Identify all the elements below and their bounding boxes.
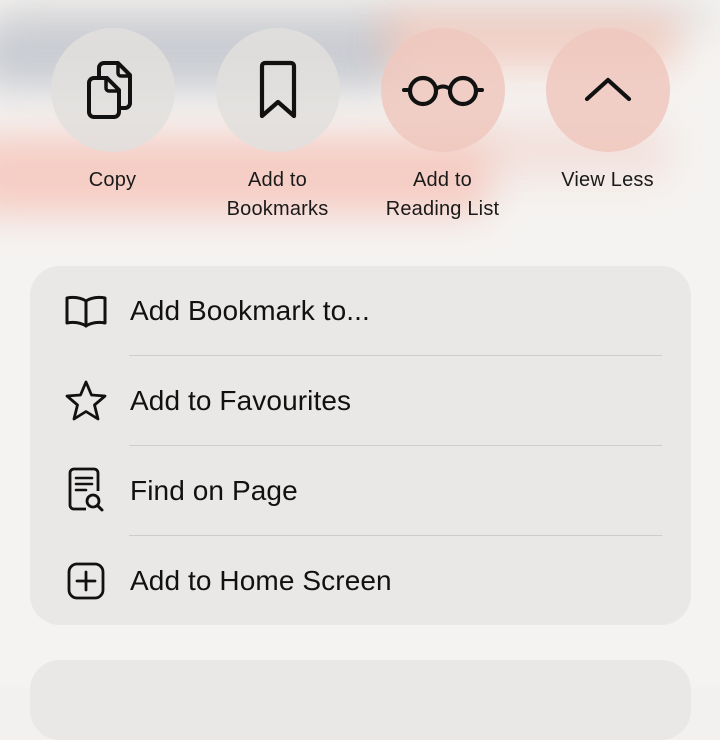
- next-menu-section: [30, 660, 691, 740]
- view-less-button[interactable]: View Less: [525, 28, 690, 195]
- view-less-circle[interactable]: [545, 28, 670, 152]
- menu-item-add-to-home-screen[interactable]: Add to Home Screen: [30, 536, 691, 625]
- view-less-label: View Less: [561, 169, 654, 191]
- bookmark-icon: [259, 60, 296, 119]
- menu-item-label: Add to Home Screen: [130, 565, 392, 596]
- find-document-icon: [62, 467, 110, 515]
- menu-item-add-to-favourites[interactable]: Add to Favourites: [30, 356, 691, 446]
- menu-item-add-bookmark-to[interactable]: Add Bookmark to...: [30, 266, 691, 356]
- copy-icon: [86, 61, 132, 119]
- add-to-bookmarks-label: Add to Bookmarks: [226, 169, 329, 220]
- add-to-reading-list-button[interactable]: Add to Reading List: [360, 28, 525, 224]
- menu-item-find-on-page[interactable]: Find on Page: [30, 446, 691, 536]
- menu-item-label: Find on Page: [130, 475, 298, 506]
- book-icon: [62, 287, 110, 335]
- copy-button-circle[interactable]: [50, 28, 175, 152]
- actions-menu: Add Bookmark to... Add to Favourites Fin…: [30, 266, 691, 625]
- copy-label: Copy: [88, 169, 137, 191]
- chevron-up-icon: [584, 77, 631, 102]
- menu-item-label: Add Bookmark to...: [130, 295, 370, 326]
- add-to-bookmarks-button[interactable]: Add to Bookmarks: [195, 28, 360, 224]
- star-icon: [62, 377, 110, 425]
- share-actions-row: Copy Add to Bookmarks Add to Reading Lis…: [0, 0, 720, 240]
- add-to-bookmarks-circle[interactable]: [215, 28, 340, 152]
- add-to-reading-list-circle[interactable]: [380, 28, 505, 152]
- add-to-reading-list-label: Add to Reading List: [385, 169, 500, 220]
- plus-square-icon: [62, 557, 110, 605]
- menu-item-label: Add to Favourites: [130, 385, 352, 416]
- copy-button[interactable]: Copy: [30, 28, 195, 195]
- glasses-icon: [401, 75, 484, 107]
